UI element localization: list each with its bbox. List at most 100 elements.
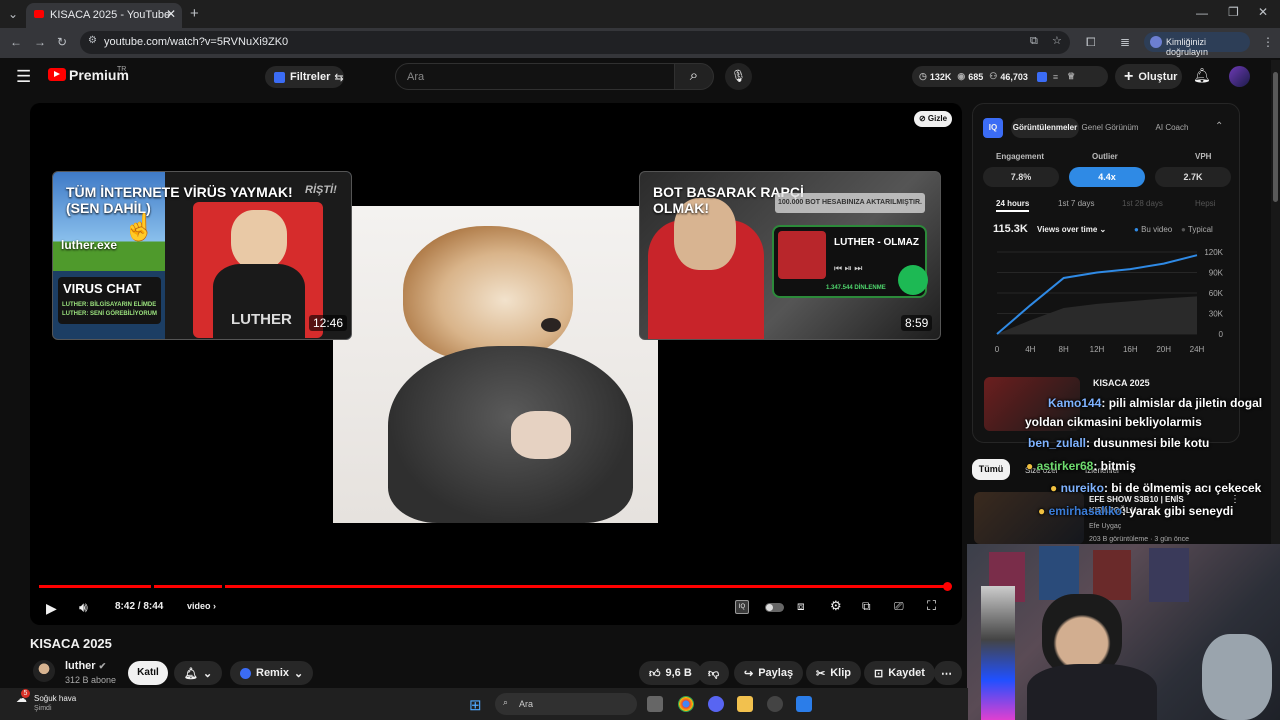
range-28d[interactable]: 1st 28 days — [1122, 199, 1163, 208]
poster — [1039, 546, 1079, 600]
join-button[interactable]: Katıl — [128, 661, 168, 685]
account-avatar[interactable] — [1229, 66, 1250, 87]
chat-user: astirker68 — [1036, 459, 1094, 473]
trophy-icon[interactable]: ♕ — [1067, 71, 1075, 82]
extensions-icon[interactable]: ⧠ — [1086, 35, 1096, 50]
views-dropdown[interactable]: Views over time ⌄ — [1037, 225, 1106, 234]
subtitles-icon[interactable]: ⧈ — [797, 599, 805, 614]
range-7d[interactable]: 1st 7 days — [1058, 199, 1094, 208]
video-player[interactable]: LUTHER RİŞTİ! TÜM İNTERNETE VİRÜS YAYMAK… — [30, 103, 962, 625]
page-scrollbar[interactable] — [1271, 60, 1280, 544]
app-icon[interactable] — [767, 696, 783, 712]
related-title[interactable]: KISACA 2025 — [1093, 378, 1150, 388]
stat-subs: 46,703 — [1000, 71, 1028, 82]
hide-endcards-button[interactable]: ⊘ Gizle — [914, 111, 952, 127]
chat-text: : bitmiş — [1093, 459, 1136, 473]
youtube-logo-icon[interactable] — [48, 68, 66, 81]
spotify-logo-icon — [898, 265, 928, 295]
settings-gear-icon[interactable]: ⚙ — [830, 598, 842, 614]
reading-list-icon[interactable]: ≣ — [1120, 35, 1130, 49]
endcard-video-left[interactable]: LUTHER RİŞTİ! TÜM İNTERNETE VİRÜS YAYMAK… — [52, 171, 352, 340]
task-view-icon[interactable] — [647, 696, 663, 712]
endcard-chat-line1: LUTHER: BİLGİSAYARIN ELİMDE — [62, 302, 157, 308]
cast-icon[interactable]: ⎚ — [894, 599, 904, 614]
notifications-bell-icon[interactable]: 🔔︎ — [1193, 67, 1211, 84]
reload-icon[interactable]: ↻ — [57, 35, 67, 49]
taskbar-search[interactable]: ⌕ Ara — [495, 693, 637, 715]
iq-player-icon[interactable]: IQ — [735, 600, 749, 614]
search-input[interactable]: Ara — [395, 63, 675, 90]
browser-tab-strip: ⌄ KISACA 2025 - YouTube ✕ + — ❐ ✕ — [0, 0, 1280, 28]
verify-label: Kimliğinizi doğrulayın — [1166, 37, 1209, 57]
minimize-icon[interactable]: — — [1196, 6, 1208, 20]
more-actions-button[interactable]: ⋯ — [934, 661, 962, 685]
voice-search-button[interactable]: 🎙 — [725, 63, 752, 90]
share-button[interactable]: ↪ Paylaş — [734, 661, 804, 685]
channel-name[interactable]: luther ✔ — [65, 660, 106, 672]
verify-identity-button[interactable]: Kimliğinizi doğrulayın — [1144, 32, 1250, 57]
search-button[interactable]: ⌕ — [674, 63, 714, 90]
x-tick-label: 8H — [1059, 345, 1069, 354]
endcard-video-right[interactable]: BOT BASARAK RAPÇİ OLMAK! 100.000 BOT HES… — [639, 171, 941, 340]
site-info-icon[interactable]: ⚙ — [88, 35, 97, 46]
tab-views[interactable]: Görüntülenmeler — [1011, 118, 1079, 138]
filters-label: Filtreler — [290, 71, 331, 83]
next-video-thumbnail[interactable] — [974, 492, 1084, 544]
browser-tab[interactable]: KISACA 2025 - YouTube ✕ — [26, 3, 182, 28]
new-tab-icon[interactable]: + — [190, 5, 199, 22]
mute-button[interactable]: 🔊︎ — [79, 599, 88, 616]
forward-icon[interactable]: → — [34, 35, 46, 49]
like-button[interactable]: 👍︎ 9,6 B — [639, 661, 702, 685]
discord-icon[interactable] — [708, 696, 724, 712]
scrubber-handle[interactable] — [943, 582, 953, 591]
metric-vph: 2.7K — [1155, 167, 1231, 187]
iq-icon[interactable] — [1036, 71, 1047, 82]
weather-subtitle: Şimdi — [34, 705, 52, 712]
windows-start-icon[interactable]: ⊞ — [469, 696, 482, 714]
channel-avatar[interactable] — [33, 660, 55, 682]
window-close-icon[interactable]: ✕ — [1258, 5, 1268, 19]
create-button[interactable]: + Oluştur — [1115, 64, 1182, 89]
range-all[interactable]: Hepsi — [1195, 199, 1215, 208]
filters-button[interactable]: Filtreler ⇆ — [265, 66, 344, 88]
clip-label: Klip — [830, 667, 851, 679]
tab-search-icon[interactable]: ⌄ — [8, 7, 18, 21]
fullscreen-icon[interactable]: ⛶ — [927, 598, 936, 614]
tab-overview[interactable]: Genel Görünüm — [1081, 118, 1139, 138]
chapter-button[interactable]: video › — [187, 601, 216, 611]
chip-all[interactable]: Tümü — [972, 459, 1010, 480]
address-bar[interactable]: ⚙ youtube.com/watch?v=5RVNuXi9ZK0 ⧉ ☆ — [80, 31, 1070, 54]
chrome-menu-icon[interactable]: ⋮ — [1262, 35, 1274, 49]
back-icon[interactable]: ← — [10, 35, 22, 49]
clip-button[interactable]: ✂ Klip — [806, 661, 861, 685]
photos-icon[interactable] — [796, 696, 812, 712]
play-button[interactable]: ▶ — [46, 600, 57, 617]
bookmark-star-icon[interactable]: ☆ — [1052, 34, 1062, 47]
restore-icon[interactable]: ❐ — [1228, 5, 1239, 19]
list-icon[interactable]: ≡ — [1053, 72, 1058, 82]
collapse-chevron-icon[interactable]: ⌃ — [1215, 121, 1223, 132]
scrollbar-thumb[interactable] — [1273, 72, 1278, 202]
miniplayer-icon[interactable]: ⧉ — [862, 599, 871, 614]
chrome-icon[interactable] — [678, 696, 694, 712]
weather-title[interactable]: Soğuk hava — [34, 694, 76, 703]
install-app-icon[interactable]: ⧉ — [1030, 35, 1038, 48]
save-button[interactable]: ⊡ Kaydet — [864, 661, 935, 685]
total-views: 115.3K — [993, 223, 1028, 235]
x-tick-label: 0 — [995, 345, 1000, 354]
autoplay-toggle[interactable] — [765, 603, 784, 612]
endcard-music-player: LUTHER - OLMAZ ⏮ ⏯ ⏭ 1.347.544 DİNLENME — [772, 225, 928, 298]
file-explorer-icon[interactable] — [737, 696, 753, 712]
tab-close-icon[interactable]: ✕ — [166, 7, 176, 21]
hamburger-menu-icon[interactable]: ☰ — [16, 67, 31, 87]
progress-track[interactable] — [39, 582, 953, 591]
tab-ai-coach[interactable]: AI Coach — [1147, 118, 1197, 138]
y-tick-label: 0 — [1219, 330, 1224, 339]
subscription-bell-button[interactable]: 🔔︎ ⌄ — [174, 661, 223, 685]
range-24h[interactable]: 24 hours — [996, 199, 1030, 212]
dislike-button[interactable]: 👎︎ — [698, 661, 730, 685]
url-text: youtube.com/watch?v=5RVNuXi9ZK0 — [104, 36, 289, 48]
album-cover — [778, 231, 826, 279]
chat-text: yoldan cikmasini bekliyolarmis — [1025, 415, 1202, 429]
remix-button[interactable]: Remix ⌄ — [230, 661, 314, 685]
